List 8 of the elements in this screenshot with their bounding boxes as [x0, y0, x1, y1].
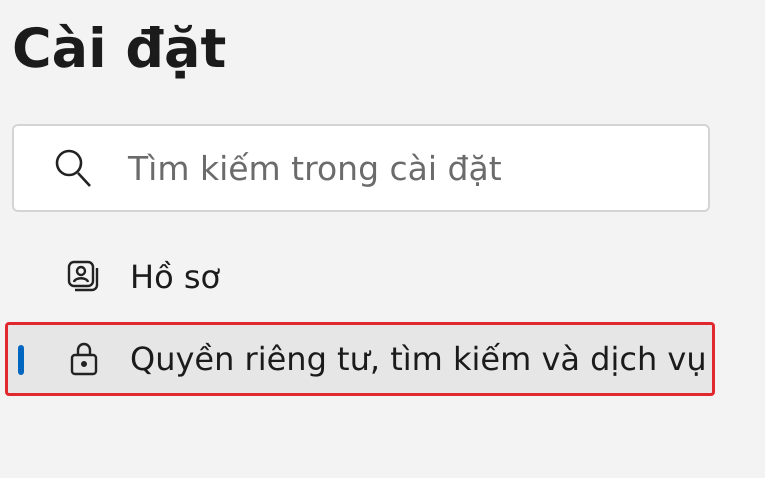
nav-item[interactable]: Quyền riêng tư, tìm kiếm và dịch vụ	[5, 322, 715, 396]
search-placeholder: Tìm kiếm trong cài đặt	[128, 148, 502, 188]
search-field[interactable]: Tìm kiếm trong cài đặt	[12, 124, 710, 212]
page-title: Cài đặt	[12, 16, 226, 82]
selection-indicator	[18, 345, 24, 375]
search-icon	[54, 148, 92, 188]
nav-item[interactable]: Hồ sơ	[5, 240, 715, 314]
lock-icon	[69, 341, 99, 377]
